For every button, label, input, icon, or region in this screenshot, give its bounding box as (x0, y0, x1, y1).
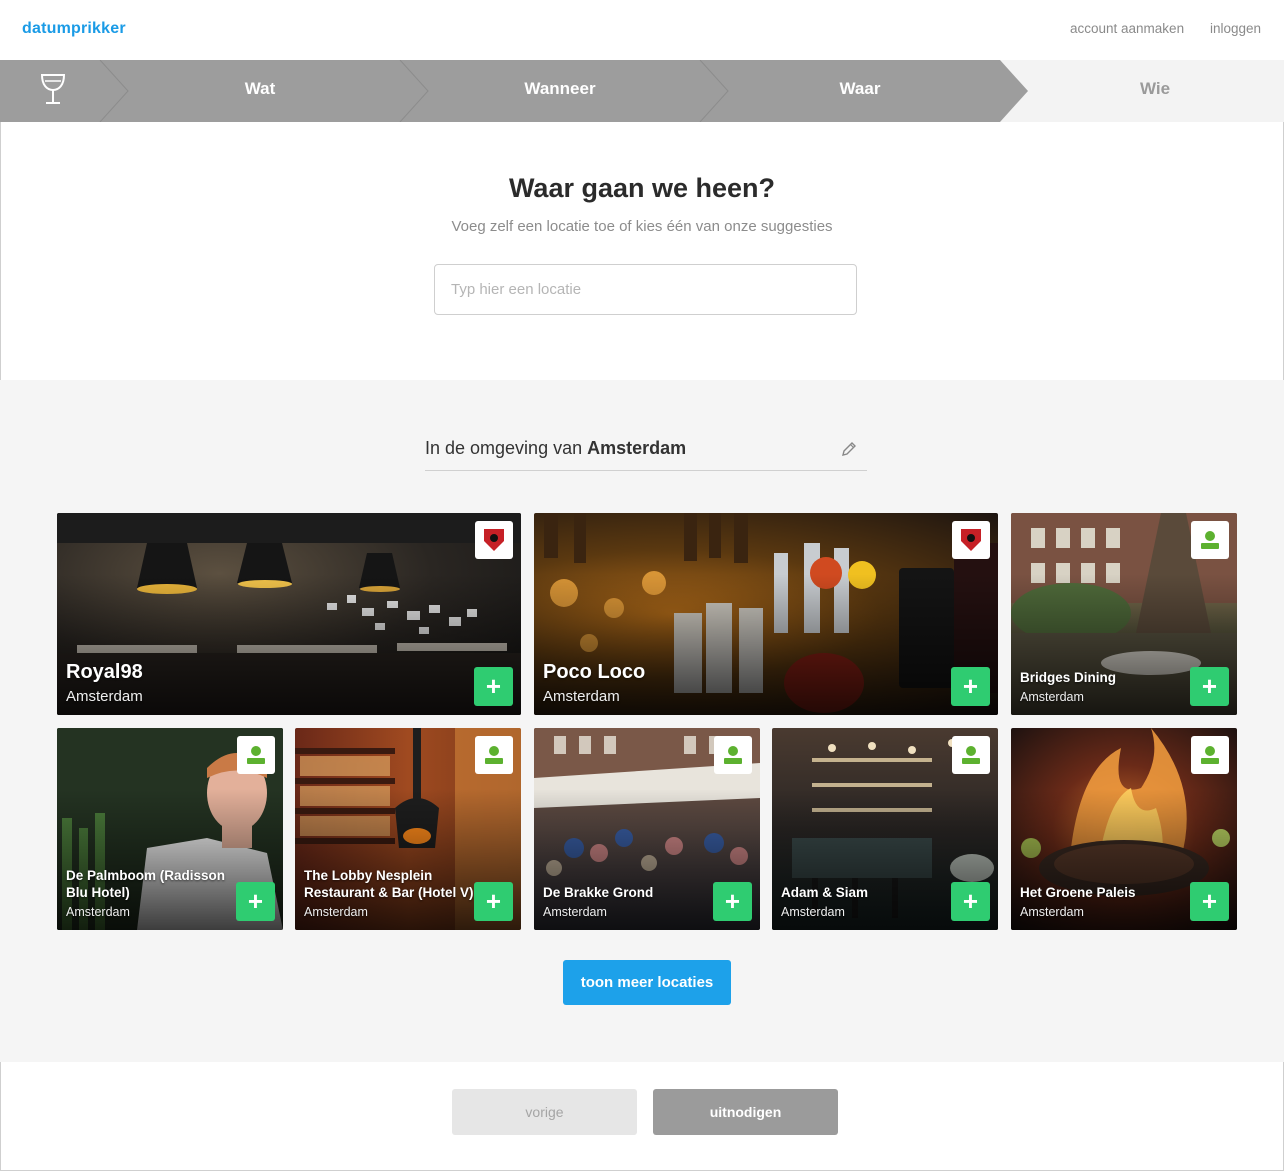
step-wat[interactable]: Wat (160, 79, 360, 99)
iens-logo-icon (1191, 736, 1229, 774)
add-location-button[interactable]: + (713, 882, 752, 921)
plus-icon: + (485, 886, 502, 916)
create-account-link[interactable]: account aanmaken (1070, 21, 1184, 36)
plus-icon: + (962, 671, 979, 701)
add-location-button[interactable]: + (1190, 882, 1229, 921)
plus-icon: + (247, 886, 264, 916)
invite-button[interactable]: uitnodigen (653, 1089, 838, 1135)
card-name: The Lobby Nesplein Restaurant & Bar (Hot… (304, 868, 474, 901)
add-location-button[interactable]: + (951, 882, 990, 921)
plus-icon: + (1201, 671, 1218, 701)
location-input[interactable] (434, 264, 857, 315)
iens-logo-icon (714, 736, 752, 774)
page-subtitle: Voeg zelf een locatie toe of kies één va… (451, 218, 833, 235)
card-city: Amsterdam (1020, 690, 1084, 704)
location-card[interactable]: De Palmboom (Radisson Blu Hotel) Amsterd… (57, 728, 283, 930)
page-title: Waar gaan we heen? (508, 173, 776, 203)
card-name: De Brakke Grond (543, 885, 654, 901)
iens-logo-icon (1191, 521, 1229, 559)
suggestions-section: In de omgeving van Amsterdam Royal98 Ams… (0, 380, 1284, 1062)
show-more-locations-button[interactable]: toon meer locaties (563, 960, 731, 1005)
location-card[interactable]: Royal98 Amsterdam + (57, 513, 521, 715)
jupiler-logo-icon (475, 521, 513, 559)
location-card[interactable]: Poco Loco Amsterdam + (534, 513, 998, 715)
card-name: De Palmboom (Radisson Blu Hotel) (66, 868, 226, 901)
card-name: Poco Loco (543, 661, 646, 683)
previous-button[interactable]: vorige (452, 1089, 637, 1135)
location-card[interactable]: Adam & Siam Amsterdam + (772, 728, 998, 930)
card-city: Amsterdam (781, 905, 845, 919)
location-card[interactable]: Bridges Dining Amsterdam + (1011, 513, 1237, 715)
jupiler-logo-icon (952, 521, 990, 559)
card-name: Royal98 (66, 661, 143, 683)
card-city: Amsterdam (66, 688, 143, 705)
logo[interactable]: datumprikker (22, 20, 126, 38)
plus-icon: + (724, 886, 741, 916)
card-name: Adam & Siam (781, 885, 869, 901)
plus-icon: + (962, 886, 979, 916)
step-progress-bar: Wat Wanneer Waar Wie (0, 60, 1284, 122)
near-location-underline (425, 470, 867, 471)
login-link[interactable]: inloggen (1210, 21, 1261, 36)
iens-logo-icon (475, 736, 513, 774)
near-city: Amsterdam (587, 438, 687, 458)
location-card[interactable]: The Lobby Nesplein Restaurant & Bar (Hot… (295, 728, 521, 930)
add-location-button[interactable]: + (1190, 667, 1229, 706)
plus-icon: + (1201, 886, 1218, 916)
add-location-button[interactable]: + (951, 667, 990, 706)
card-city: Amsterdam (543, 688, 620, 705)
step-wie[interactable]: Wie (1055, 79, 1255, 99)
location-card[interactable]: Het Groene Paleis Amsterdam + (1011, 728, 1237, 930)
step-waar[interactable]: Waar (760, 79, 960, 99)
near-prefix: In de omgeving van (425, 438, 583, 458)
pencil-icon[interactable] (840, 440, 858, 463)
card-name: Het Groene Paleis (1020, 885, 1136, 901)
card-city: Amsterdam (543, 905, 607, 919)
card-city: Amsterdam (1020, 905, 1084, 919)
card-city: Amsterdam (304, 905, 368, 919)
iens-logo-icon (237, 736, 275, 774)
near-location-label: In de omgeving van Amsterdam (425, 438, 686, 459)
add-location-button[interactable]: + (474, 667, 513, 706)
card-name: Bridges Dining (1020, 670, 1117, 686)
plus-icon: + (485, 671, 502, 701)
step-wanneer[interactable]: Wanneer (460, 79, 660, 99)
location-card[interactable]: De Brakke Grond Amsterdam + (534, 728, 760, 930)
add-location-button[interactable]: + (474, 882, 513, 921)
add-location-button[interactable]: + (236, 882, 275, 921)
iens-logo-icon (952, 736, 990, 774)
top-header: datumprikker account aanmaken inloggen (0, 0, 1284, 60)
card-city: Amsterdam (66, 905, 130, 919)
